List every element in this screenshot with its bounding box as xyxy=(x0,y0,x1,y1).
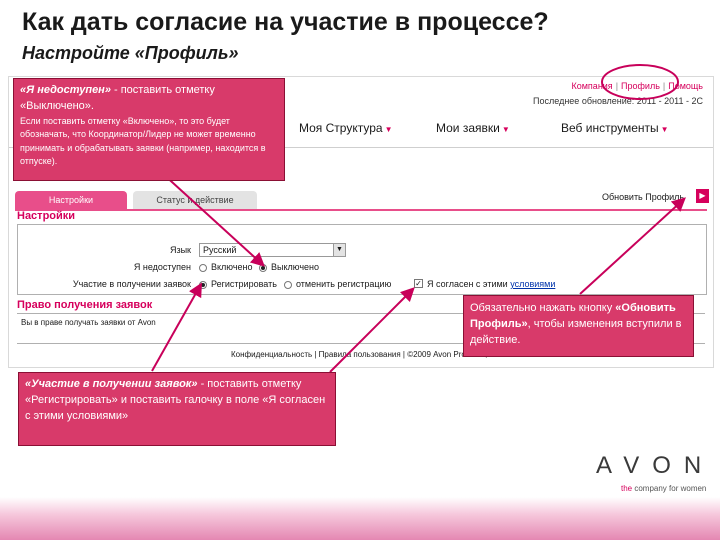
callout-unavailable: «Я недоступен» - поставить отметку «Выкл… xyxy=(13,78,285,181)
nav-my-requests[interactable]: Мои заявки ▼ xyxy=(436,121,510,135)
avon-logo: AVON xyxy=(596,452,715,479)
register-label: Регистрировать xyxy=(211,279,277,289)
rights-section-title: Право получения заявок xyxy=(17,299,153,311)
unavailable-off-label: Выключено xyxy=(271,262,319,272)
rights-text: Вы в праве получать заявки от Avon xyxy=(21,318,156,327)
brand-tagline: the company for women xyxy=(621,484,707,493)
refresh-profile-link[interactable]: Обновить Профиль xyxy=(602,192,684,202)
agree-label: Я согласен с этими условиями xyxy=(427,279,556,289)
tab-settings[interactable]: Настройки xyxy=(15,191,127,209)
settings-section-title: Настройки xyxy=(17,210,76,222)
footer-band xyxy=(0,497,720,540)
tab-status[interactable]: Статус и действие xyxy=(133,191,257,209)
participation-label: Участие в получении заявок xyxy=(72,279,191,289)
top-links: Компания | Профиль | Помощь xyxy=(571,81,704,91)
main-nav: Моя Структура ▼ Мои заявки ▼ Веб инструмен… xyxy=(299,121,709,139)
refresh-profile-button[interactable]: ▶ xyxy=(696,189,709,203)
unavailable-on-radio[interactable] xyxy=(199,264,207,272)
caret-down-icon: ▼ xyxy=(660,125,669,134)
unregister-radio[interactable] xyxy=(284,281,292,289)
checkmark-icon: ✓ xyxy=(415,279,422,288)
footer-links: Конфиденциальность | Правила пользования… xyxy=(231,350,503,359)
play-arrow-icon: ▶ xyxy=(699,191,706,200)
help-link[interactable]: Помощь xyxy=(668,81,703,91)
language-select[interactable]: Русский ▼ xyxy=(199,243,346,257)
nav-web-tools[interactable]: Веб инструменты ▼ xyxy=(561,121,669,135)
callout-refresh: Обязательно нажать кнопку «Обновить Проф… xyxy=(463,295,694,357)
slide-title: Как дать согласие на участие в процессе? xyxy=(22,8,549,36)
unavailable-on-label: Включено xyxy=(211,262,253,272)
profile-link[interactable]: Профиль xyxy=(621,81,660,91)
caret-down-icon: ▼ xyxy=(501,125,510,134)
divider xyxy=(15,209,707,211)
chevron-down-icon: ▼ xyxy=(333,244,345,256)
language-label: Язык xyxy=(169,245,191,255)
unavailable-off-radio[interactable] xyxy=(259,264,267,272)
callout-participation: «Участие в получении заявок» - поставить… xyxy=(18,372,336,446)
unregister-label: отменить регистрацию xyxy=(296,279,392,289)
register-radio[interactable] xyxy=(199,281,207,289)
nav-my-structure[interactable]: Моя Структура ▼ xyxy=(299,121,393,135)
caret-down-icon: ▼ xyxy=(384,125,393,134)
terms-link[interactable]: условиями xyxy=(510,279,555,289)
agree-checkbox[interactable]: ✓ xyxy=(414,279,423,288)
last-update-text: Последнее обновление: 2011 - 2011 - 2С xyxy=(533,96,703,106)
slide-subtitle: Настройте «Профиль» xyxy=(22,43,239,63)
unavailable-label: Я недоступен xyxy=(133,262,191,272)
company-link[interactable]: Компания xyxy=(572,81,613,91)
